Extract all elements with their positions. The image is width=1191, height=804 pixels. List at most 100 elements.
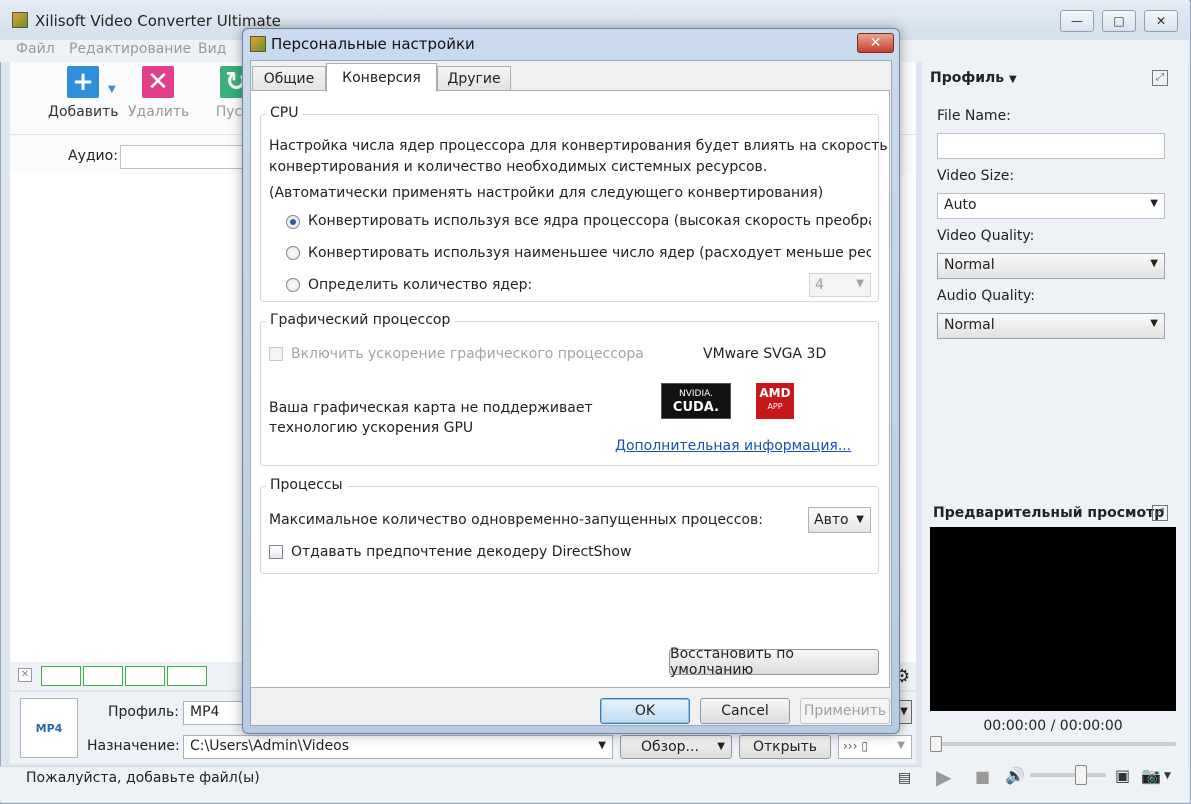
start-button[interactable]: ↻ Пус: [214, 66, 244, 120]
video-quality-label: Video Quality:: [937, 228, 1035, 244]
expand-icon[interactable]: ⤢: [1152, 70, 1168, 86]
status-text: Пожалуйста, добавьте файл(ы): [26, 770, 260, 786]
close-button[interactable]: ✕: [1144, 10, 1178, 32]
audio-quality-label: Audio Quality:: [937, 288, 1035, 304]
more-info-link[interactable]: Дополнительная информация...: [615, 438, 851, 454]
file-name-label: File Name:: [937, 108, 1011, 124]
close-icon: ✕: [869, 35, 882, 51]
cpu-meter: [41, 666, 81, 686]
seek-bar[interactable]: [930, 742, 1176, 746]
radio-min-cores-label[interactable]: Конвертировать используя наименьшее числ…: [308, 245, 871, 261]
browse-button[interactable]: Обзор... ▼: [620, 735, 732, 759]
ok-button[interactable]: OK: [600, 698, 690, 724]
video-quality-select[interactable]: Normal ▼: [937, 253, 1165, 279]
volume-slider[interactable]: [1030, 773, 1106, 777]
directshow-label[interactable]: Отдавать предпочтение декодеру DirectSho…: [291, 544, 631, 560]
delete-icon: ✕: [142, 66, 174, 98]
log-icon[interactable]: ▤: [898, 770, 911, 786]
add-dropdown-icon[interactable]: ▼: [108, 84, 116, 95]
cpu-meter: [125, 666, 165, 686]
processes-group: [260, 486, 879, 574]
chevron-down-icon: ▼: [1009, 74, 1017, 85]
volume-handle[interactable]: [1075, 765, 1087, 785]
add-icon: +: [67, 66, 99, 98]
apply-button[interactable]: Применить: [800, 698, 890, 724]
chevron-down-icon: ▼: [1150, 258, 1158, 269]
cores-count-select[interactable]: 4 ▼: [809, 273, 871, 297]
chevron-down-icon: ▼: [856, 278, 864, 289]
tab-conversion[interactable]: Конверсия: [326, 63, 437, 92]
cpu-group-title: CPU: [266, 105, 303, 121]
dialog-title: Персональные настройки: [271, 35, 475, 53]
play-icon[interactable]: ▶: [936, 765, 951, 789]
max-processes-label: Максимальное количество одновременно-зап…: [269, 512, 763, 528]
volume-icon[interactable]: 🔊: [1005, 766, 1025, 785]
delete-button[interactable]: ✕ Удалить: [128, 66, 189, 120]
tab-other[interactable]: Другие: [437, 66, 511, 91]
cpu-description: конвертирования и количество необходимых…: [269, 159, 768, 175]
dialog-close-button[interactable]: ✕: [857, 33, 894, 53]
minimize-button[interactable]: —: [1060, 10, 1094, 32]
audio-select[interactable]: [120, 145, 250, 169]
device-icon: ▯: [861, 739, 869, 753]
maximize-button[interactable]: □: [1102, 10, 1136, 32]
preview-screen: [930, 527, 1176, 711]
max-processes-select[interactable]: Авто ▼: [808, 507, 871, 533]
chevron-down-icon[interactable]: ▼: [1164, 771, 1171, 781]
destination-select[interactable]: C:\Users\Admin\Videos ▼: [183, 735, 613, 759]
menu-file[interactable]: Файл: [16, 41, 55, 57]
profile-header[interactable]: Профиль ▼: [930, 70, 1017, 86]
expand-preview-icon[interactable]: ⤢: [1152, 505, 1168, 521]
clear-icon[interactable]: ✕: [18, 668, 32, 682]
transfer-device-select[interactable]: ››› ▯ ▼: [838, 735, 912, 759]
menu-view[interactable]: Вид: [198, 41, 226, 57]
radio-min-cores[interactable]: [286, 246, 300, 260]
cpu-meter: [167, 666, 207, 686]
restore-defaults-button[interactable]: Восстановить по умолчанию: [669, 646, 879, 678]
convert-icon: ↻: [220, 66, 244, 98]
seek-handle[interactable]: [930, 736, 942, 752]
gpu-accel-checkbox[interactable]: [269, 347, 283, 361]
snapshot-folder-icon[interactable]: ▣: [1115, 766, 1130, 785]
cpu-description: Настройка числа ядер процессора для конв…: [269, 138, 888, 154]
open-button[interactable]: Открыть: [739, 735, 831, 759]
cpu-meter: [83, 666, 123, 686]
nvidia-cuda-logo: NVIDIA. CUDA.: [661, 383, 731, 419]
gpu-adapter-name: VMware SVGA 3D: [703, 346, 827, 362]
directshow-checkbox[interactable]: [269, 545, 283, 559]
video-size-label: Video Size:: [937, 168, 1015, 184]
file-name-input[interactable]: [937, 133, 1165, 159]
dialog-app-icon: [250, 36, 266, 52]
audio-quality-select[interactable]: Normal ▼: [937, 313, 1165, 339]
chevron-down-icon: ▼: [598, 740, 606, 751]
stop-icon[interactable]: ■: [975, 767, 990, 786]
radio-all-cores-label[interactable]: Конвертировать используя все ядра процес…: [308, 213, 871, 229]
cancel-button[interactable]: Cancel: [700, 698, 790, 724]
profile-format-icon: MP4: [20, 698, 78, 758]
radio-all-cores[interactable]: [286, 215, 300, 229]
radio-custom-cores[interactable]: [286, 278, 300, 292]
tab-general[interactable]: Общие: [252, 66, 326, 91]
processes-group-title: Процессы: [266, 477, 347, 493]
preview-header: Предварительный просмотр: [933, 505, 1165, 521]
cpu-auto-note: (Автоматически применять настройки для с…: [269, 185, 824, 201]
camera-icon[interactable]: 📷: [1141, 766, 1161, 785]
app-icon: [12, 12, 28, 28]
chevron-down-icon: ▼: [1150, 198, 1158, 209]
gpu-unsupported-text: Ваша графическая карта не поддерживает: [269, 400, 593, 416]
app-title: Xilisoft Video Converter Ultimate: [35, 12, 281, 30]
chevron-down-icon: ▼: [856, 514, 864, 525]
gpu-group-title: Графический процессор: [266, 312, 455, 328]
profile-select[interactable]: MP4: [183, 701, 245, 725]
profile-label: Профиль:: [108, 704, 179, 720]
menu-edit[interactable]: Редактирование: [69, 41, 191, 57]
gpu-unsupported-text: технологию ускорения GPU: [269, 420, 474, 436]
radio-custom-cores-label[interactable]: Определить количество ядер:: [308, 277, 532, 293]
destination-label: Назначение:: [87, 738, 180, 754]
video-size-select[interactable]: Auto ▼: [937, 193, 1165, 219]
gpu-accel-label: Включить ускорение графического процессо…: [291, 346, 644, 362]
amd-app-logo: AMD APP: [756, 383, 794, 419]
chevron-down-icon: ▼: [897, 740, 905, 751]
chevron-down-icon: ▼: [717, 741, 725, 752]
timecode: 00:00:00 / 00:00:00: [983, 718, 1123, 734]
